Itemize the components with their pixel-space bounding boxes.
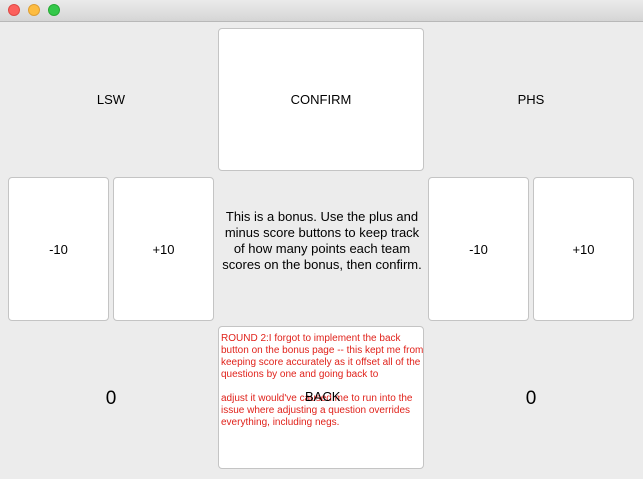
window-titlebar (0, 0, 643, 22)
back-button-label: BACK (305, 389, 341, 404)
right-team-name: PHS (517, 92, 545, 107)
zoom-window-icon[interactable] (48, 4, 60, 16)
back-button[interactable]: ROUND 2:I forgot to implement the back b… (218, 326, 424, 469)
right-team-score: 0 (525, 388, 537, 409)
left-minus-ten-button[interactable]: -10 (8, 177, 109, 321)
back-button-note: ROUND 2:I forgot to implement the back b… (221, 333, 425, 429)
close-window-icon[interactable] (8, 4, 20, 16)
bonus-panel: LSW CONFIRM PHS -10 +10 This is a bonus.… (0, 22, 643, 479)
right-plus-ten-button[interactable]: +10 (533, 177, 634, 321)
minimize-window-icon[interactable] (28, 4, 40, 16)
right-minus-ten-button[interactable]: -10 (428, 177, 529, 321)
bonus-instructions: This is a bonus. Use the plus and minus … (222, 209, 422, 272)
confirm-button[interactable]: CONFIRM (218, 28, 424, 171)
left-team-score: 0 (105, 388, 117, 409)
left-team-name: LSW (96, 92, 126, 107)
left-plus-ten-button[interactable]: +10 (113, 177, 214, 321)
back-button-note-line: ROUND 2:I forgot to implement the back b… (221, 333, 424, 380)
